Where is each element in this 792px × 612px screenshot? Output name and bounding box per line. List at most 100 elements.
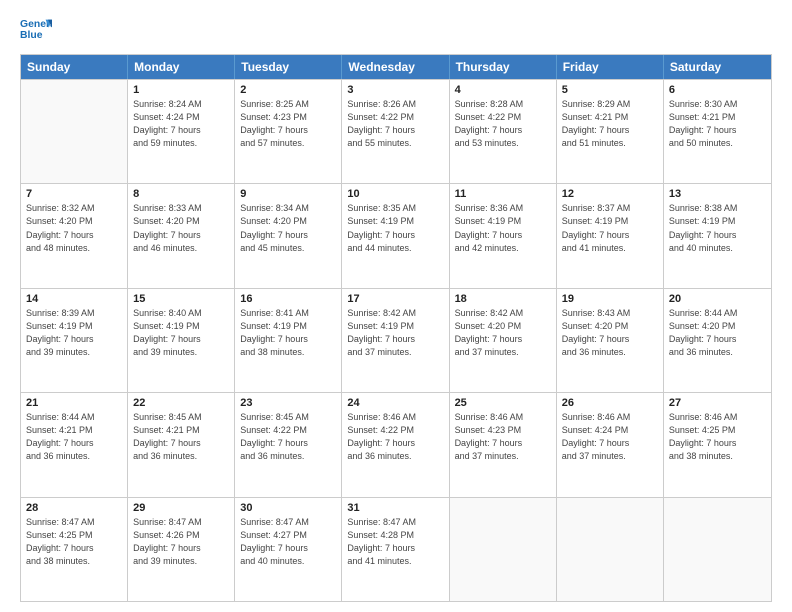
day-number: 1: [133, 84, 229, 96]
calendar-cell: 23 Sunrise: 8:45 AM Sunset: 4:22 PM Dayli…: [235, 393, 342, 496]
weekday-header: Wednesday: [342, 55, 449, 79]
calendar-cell: 11 Sunrise: 8:36 AM Sunset: 4:19 PM Dayli…: [450, 184, 557, 287]
day-number: 22: [133, 397, 229, 409]
day-number: 11: [455, 188, 551, 200]
calendar-cell: [664, 498, 771, 601]
calendar-cell: 28Sunrise: 8:47 AM Sunset: 4:25 PM Dayli…: [21, 498, 128, 601]
weekday-header: Saturday: [664, 55, 771, 79]
calendar-cell: 30 Sunrise: 8:47 AM Sunset: 4:27 PM Dayli…: [235, 498, 342, 601]
header: General Blue: [20, 16, 772, 44]
day-number: 25: [455, 397, 551, 409]
page: General Blue SundayMondayTuesdayWednesda…: [0, 0, 792, 612]
day-info: Sunrise: 8:45 AM Sunset: 4:22 PM Dayligh…: [240, 411, 336, 463]
calendar-cell: 13Sunrise: 8:38 AM Sunset: 4:19 PM Dayli…: [664, 184, 771, 287]
calendar-week: 1 Sunrise: 8:24 AM Sunset: 4:24 PM Daylig…: [21, 79, 771, 183]
calendar-cell: 17 Sunrise: 8:42 AM Sunset: 4:19 PM Dayli…: [342, 289, 449, 392]
day-number: 13: [669, 188, 766, 200]
day-info: Sunrise: 8:29 AM Sunset: 4:21 PM Dayligh…: [562, 98, 658, 150]
calendar-cell: [450, 498, 557, 601]
day-info: Sunrise: 8:41 AM Sunset: 4:19 PM Dayligh…: [240, 307, 336, 359]
day-number: 6: [669, 84, 766, 96]
weekday-header: Friday: [557, 55, 664, 79]
day-number: 4: [455, 84, 551, 96]
day-number: 8: [133, 188, 229, 200]
calendar-cell: 20 Sunrise: 8:44 AM Sunset: 4:20 PM Dayli…: [664, 289, 771, 392]
day-info: Sunrise: 8:44 AM Sunset: 4:20 PM Dayligh…: [669, 307, 766, 359]
day-number: 10: [347, 188, 443, 200]
calendar-cell: 5 Sunrise: 8:29 AM Sunset: 4:21 PM Daylig…: [557, 80, 664, 183]
weekday-header: Monday: [128, 55, 235, 79]
day-number: 17: [347, 293, 443, 305]
day-number: 23: [240, 397, 336, 409]
calendar-body: 1 Sunrise: 8:24 AM Sunset: 4:24 PM Daylig…: [21, 79, 771, 601]
calendar-cell: [21, 80, 128, 183]
day-number: 9: [240, 188, 336, 200]
day-info: Sunrise: 8:39 AM Sunset: 4:19 PM Dayligh…: [26, 307, 122, 359]
calendar-cell: 21 Sunrise: 8:44 AM Sunset: 4:21 PM Dayli…: [21, 393, 128, 496]
day-info: Sunrise: 8:25 AM Sunset: 4:23 PM Dayligh…: [240, 98, 336, 150]
day-number: 5: [562, 84, 658, 96]
calendar-header: SundayMondayTuesdayWednesdayThursdayFrid…: [21, 55, 771, 79]
day-number: 24: [347, 397, 443, 409]
day-info: Sunrise: 8:37 AM Sunset: 4:19 PM Dayligh…: [562, 202, 658, 254]
day-number: 21: [26, 397, 122, 409]
day-info: Sunrise: 8:34 AM Sunset: 4:20 PM Dayligh…: [240, 202, 336, 254]
calendar-cell: 1 Sunrise: 8:24 AM Sunset: 4:24 PM Daylig…: [128, 80, 235, 183]
day-info: Sunrise: 8:42 AM Sunset: 4:19 PM Dayligh…: [347, 307, 443, 359]
day-number: 18: [455, 293, 551, 305]
calendar-cell: 12Sunrise: 8:37 AM Sunset: 4:19 PM Dayli…: [557, 184, 664, 287]
day-number: 31: [347, 502, 443, 514]
calendar-cell: 4 Sunrise: 8:28 AM Sunset: 4:22 PM Daylig…: [450, 80, 557, 183]
calendar-cell: 24 Sunrise: 8:46 AM Sunset: 4:22 PM Dayli…: [342, 393, 449, 496]
day-info: Sunrise: 8:33 AM Sunset: 4:20 PM Dayligh…: [133, 202, 229, 254]
day-number: 7: [26, 188, 122, 200]
day-info: Sunrise: 8:46 AM Sunset: 4:25 PM Dayligh…: [669, 411, 766, 463]
day-number: 26: [562, 397, 658, 409]
day-info: Sunrise: 8:24 AM Sunset: 4:24 PM Dayligh…: [133, 98, 229, 150]
calendar-cell: 7Sunrise: 8:32 AM Sunset: 4:20 PM Daylig…: [21, 184, 128, 287]
day-number: 2: [240, 84, 336, 96]
calendar-cell: 2 Sunrise: 8:25 AM Sunset: 4:23 PM Daylig…: [235, 80, 342, 183]
calendar-cell: 8 Sunrise: 8:33 AM Sunset: 4:20 PM Daylig…: [128, 184, 235, 287]
day-info: Sunrise: 8:46 AM Sunset: 4:24 PM Dayligh…: [562, 411, 658, 463]
calendar-cell: 9 Sunrise: 8:34 AM Sunset: 4:20 PM Daylig…: [235, 184, 342, 287]
day-info: Sunrise: 8:28 AM Sunset: 4:22 PM Dayligh…: [455, 98, 551, 150]
calendar-cell: 3Sunrise: 8:26 AM Sunset: 4:22 PM Daylig…: [342, 80, 449, 183]
day-number: 30: [240, 502, 336, 514]
day-info: Sunrise: 8:42 AM Sunset: 4:20 PM Dayligh…: [455, 307, 551, 359]
day-number: 16: [240, 293, 336, 305]
day-number: 15: [133, 293, 229, 305]
day-info: Sunrise: 8:36 AM Sunset: 4:19 PM Dayligh…: [455, 202, 551, 254]
calendar-cell: 27 Sunrise: 8:46 AM Sunset: 4:25 PM Dayli…: [664, 393, 771, 496]
day-number: 20: [669, 293, 766, 305]
day-info: Sunrise: 8:35 AM Sunset: 4:19 PM Dayligh…: [347, 202, 443, 254]
calendar-week: 14Sunrise: 8:39 AM Sunset: 4:19 PM Dayli…: [21, 288, 771, 392]
day-info: Sunrise: 8:30 AM Sunset: 4:21 PM Dayligh…: [669, 98, 766, 150]
calendar: SundayMondayTuesdayWednesdayThursdayFrid…: [20, 54, 772, 602]
calendar-cell: 10 Sunrise: 8:35 AM Sunset: 4:19 PM Dayli…: [342, 184, 449, 287]
day-info: Sunrise: 8:47 AM Sunset: 4:26 PM Dayligh…: [133, 516, 229, 568]
calendar-cell: 18 Sunrise: 8:42 AM Sunset: 4:20 PM Dayli…: [450, 289, 557, 392]
day-info: Sunrise: 8:47 AM Sunset: 4:25 PM Dayligh…: [26, 516, 122, 568]
logo-icon: General Blue: [20, 16, 52, 44]
calendar-week: 7Sunrise: 8:32 AM Sunset: 4:20 PM Daylig…: [21, 183, 771, 287]
day-info: Sunrise: 8:45 AM Sunset: 4:21 PM Dayligh…: [133, 411, 229, 463]
svg-text:Blue: Blue: [20, 30, 43, 41]
calendar-cell: 25 Sunrise: 8:46 AM Sunset: 4:23 PM Dayli…: [450, 393, 557, 496]
calendar-cell: 22 Sunrise: 8:45 AM Sunset: 4:21 PM Dayli…: [128, 393, 235, 496]
day-info: Sunrise: 8:46 AM Sunset: 4:22 PM Dayligh…: [347, 411, 443, 463]
weekday-header: Sunday: [21, 55, 128, 79]
day-info: Sunrise: 8:43 AM Sunset: 4:20 PM Dayligh…: [562, 307, 658, 359]
day-info: Sunrise: 8:46 AM Sunset: 4:23 PM Dayligh…: [455, 411, 551, 463]
calendar-week: 21 Sunrise: 8:44 AM Sunset: 4:21 PM Dayli…: [21, 392, 771, 496]
day-number: 29: [133, 502, 229, 514]
calendar-cell: 26 Sunrise: 8:46 AM Sunset: 4:24 PM Dayli…: [557, 393, 664, 496]
calendar-cell: 16 Sunrise: 8:41 AM Sunset: 4:19 PM Dayli…: [235, 289, 342, 392]
calendar-cell: 29 Sunrise: 8:47 AM Sunset: 4:26 PM Dayli…: [128, 498, 235, 601]
day-info: Sunrise: 8:47 AM Sunset: 4:27 PM Dayligh…: [240, 516, 336, 568]
calendar-cell: 14Sunrise: 8:39 AM Sunset: 4:19 PM Dayli…: [21, 289, 128, 392]
calendar-cell: 15Sunrise: 8:40 AM Sunset: 4:19 PM Dayli…: [128, 289, 235, 392]
day-info: Sunrise: 8:44 AM Sunset: 4:21 PM Dayligh…: [26, 411, 122, 463]
day-number: 27: [669, 397, 766, 409]
calendar-cell: 31Sunrise: 8:47 AM Sunset: 4:28 PM Dayli…: [342, 498, 449, 601]
